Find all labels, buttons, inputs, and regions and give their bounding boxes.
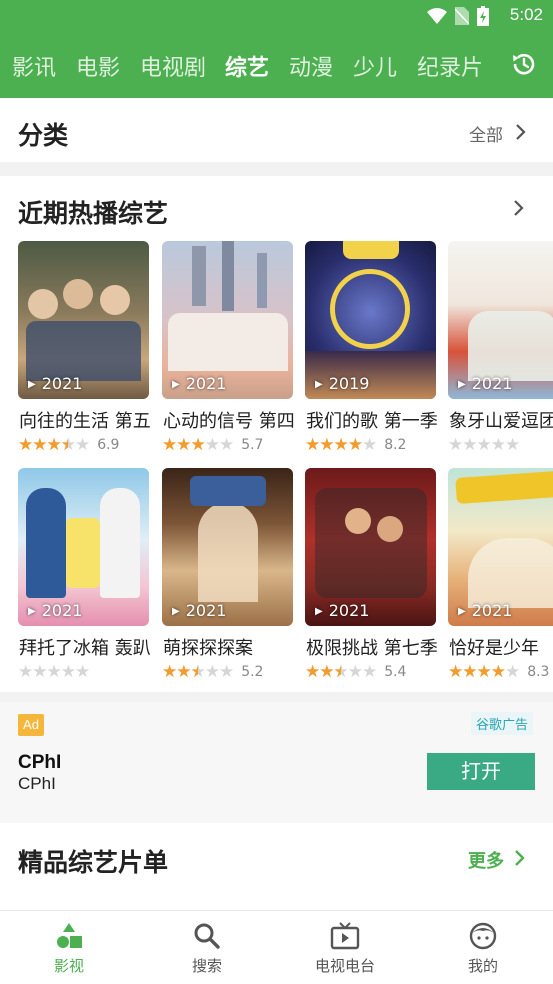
shapes-icon (57, 923, 82, 948)
category-title: 分类 (18, 121, 69, 150)
nav-item-search[interactable]: 搜索 (138, 911, 276, 984)
ad-banner[interactable]: Ad 谷歌广告 CPhI CPhI 打开 (0, 702, 553, 823)
status-bar: 5:02 (0, 0, 553, 32)
chevron-right-icon (515, 850, 525, 866)
tab-news[interactable]: 影讯 (12, 50, 56, 82)
status-icons (427, 6, 489, 26)
rating: ★★★★★★★★★★ 6.9 (18, 434, 120, 455)
tab-variety[interactable]: 综艺 (225, 50, 269, 82)
rating: ★★★★★★★★★★ (18, 661, 97, 682)
star-rating: ★★★★★★★★★★ (18, 434, 90, 455)
tv-icon (330, 922, 360, 950)
nav-item-tv[interactable]: 电视电台 (276, 911, 414, 984)
nav-item-profile[interactable]: 我的 (414, 911, 552, 984)
chevron-right-icon[interactable] (509, 198, 529, 218)
profile-face-icon (469, 922, 497, 950)
show-title: 极限挑战 第七季 (306, 638, 438, 659)
ad-title: CPhI (18, 752, 62, 773)
star-rating: ★★★★★★★★★★ (305, 661, 377, 682)
poster-image: 2021 (305, 468, 436, 626)
poster-image: 2021 (448, 241, 553, 399)
poster-image: 2021 (18, 468, 149, 626)
star-rating: ★★★★★★★★★★ (162, 661, 234, 682)
poster-image: 2021 (448, 468, 553, 626)
tab-anime[interactable]: 动漫 (289, 50, 333, 82)
rating-score: 8.2 (384, 437, 407, 453)
star-rating: ★★★★★★★★★★ (448, 661, 520, 682)
show-title: 向往的生活 第五季 (19, 411, 151, 432)
year-label: 2021 (172, 374, 227, 393)
nav-label: 我的 (467, 957, 498, 975)
ad-open-button[interactable]: 打开 (427, 753, 535, 790)
tab-movies[interactable]: 电影 (76, 50, 120, 82)
show-title: 心动的信号 第四季 (163, 411, 295, 432)
show-title: 象牙山爱逗团 (449, 411, 553, 432)
year-label: 2021 (315, 601, 370, 620)
show-title: 我们的歌 第一季 (306, 411, 438, 432)
rating-score: 5.7 (241, 437, 264, 453)
tab-documentary[interactable]: 纪录片 (417, 50, 483, 82)
bottom-nav: 影视 搜索 电视电台 我的 (0, 910, 553, 984)
show-title: 萌探探探案 (163, 638, 253, 659)
show-title: 拜托了冰箱 轰趴季 (19, 638, 151, 659)
rating: ★★★★★★★★★★ 5.4 (305, 661, 407, 682)
year-label: 2021 (28, 374, 83, 393)
poster-image: 2021 (162, 468, 293, 626)
ad-badge: Ad (18, 714, 44, 736)
status-time: 5:02 (509, 5, 543, 24)
nav-label: 搜索 (191, 957, 222, 975)
curated-section: 精品综艺片单 更多 (0, 823, 553, 910)
rating: ★★★★★★★★★★ 5.7 (162, 434, 264, 455)
year-label: 2019 (315, 374, 370, 393)
search-icon (194, 923, 220, 949)
star-rating: ★★★★★★★★★★ (18, 661, 90, 682)
rating: ★★★★★★★★★★ 8.2 (305, 434, 407, 455)
star-rating: ★★★★★★★★★★ (448, 434, 520, 455)
rating-score: 6.9 (97, 437, 120, 453)
chevron-right-icon (516, 124, 526, 140)
rating: ★★★★★★★★★★ 5.2 (162, 661, 264, 682)
poster-image: 2019 (305, 241, 436, 399)
top-tab-bar: 影讯 电影 电视剧 综艺 动漫 少儿 纪录片 (0, 32, 553, 98)
year-label: 2021 (172, 601, 227, 620)
wifi-icon (427, 8, 447, 24)
tab-tv-series[interactable]: 电视剧 (140, 50, 206, 82)
history-icon[interactable] (509, 49, 539, 79)
rating-score: 8.3 (527, 664, 550, 680)
no-sim-icon (455, 7, 469, 25)
rating-score: 5.4 (384, 664, 407, 680)
category-all-link[interactable]: 全部 (469, 121, 503, 146)
poster-image: 2021 (162, 241, 293, 399)
ad-subtitle: CPhI (18, 774, 56, 793)
nav-item-home[interactable]: 影视 (0, 911, 138, 984)
rating: ★★★★★★★★★★ 8.3 (448, 661, 550, 682)
star-rating: ★★★★★★★★★★ (162, 434, 234, 455)
show-title: 恰好是少年 (449, 638, 539, 659)
year-label: 2021 (458, 601, 513, 620)
poster-image: 2021 (18, 241, 149, 399)
ad-network-label: 谷歌广告 (470, 712, 533, 735)
curated-title: 精品综艺片单 (18, 848, 169, 877)
category-section[interactable]: 分类 全部 (0, 98, 553, 162)
nav-label: 影视 (53, 957, 84, 975)
nav-label: 电视电台 (314, 957, 375, 975)
year-label: 2021 (28, 601, 83, 620)
curated-more-link[interactable]: 更多 (468, 847, 504, 873)
hot-variety-title: 近期热播综艺 (18, 199, 169, 228)
year-label: 2021 (458, 374, 513, 393)
rating-score: 5.2 (241, 664, 264, 680)
star-rating: ★★★★★★★★★★ (305, 434, 377, 455)
tab-kids[interactable]: 少儿 (353, 50, 397, 82)
rating: ★★★★★★★★★★ (448, 434, 527, 455)
battery-charging-icon (477, 6, 489, 26)
hot-variety-section: 近期热播综艺 2021 向往的生活 第五季 ★★★★★★★★★★ 6.9 202… (0, 176, 553, 692)
